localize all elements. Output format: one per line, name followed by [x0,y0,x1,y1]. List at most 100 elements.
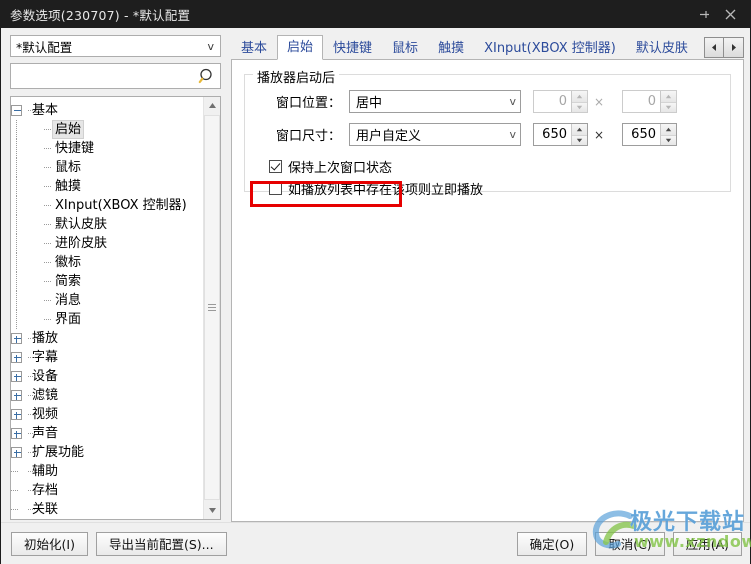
scroll-up-icon[interactable] [204,97,221,114]
tree-item[interactable]: 消息 [11,291,203,310]
footer-button[interactable]: 应用(A) [673,532,742,556]
tree-item[interactable]: 扩展功能 [11,443,203,462]
chevron-left-icon[interactable] [704,37,724,58]
tree-item[interactable]: 声音 [11,424,203,443]
tab-进阶皮肤[interactable]: 进阶皮肤 [698,37,702,60]
tree-guide [39,310,52,329]
tab-快捷键[interactable]: 快捷键 [323,37,382,60]
search-input[interactable] [11,65,194,87]
window-title: 参数选项(230707) - *默认配置 [10,5,190,24]
tree-item[interactable]: 基本 [11,101,203,120]
tree-guide [23,481,29,500]
tree-item[interactable]: 界面 [11,310,203,329]
tree-item-label: 触摸 [52,178,84,195]
spinner-up-icon[interactable] [661,91,676,102]
tree-guide-line [16,310,17,329]
tree-item[interactable]: 视频 [11,405,203,424]
tab-XInput(XBOX 控制器)[interactable]: XInput(XBOX 控制器) [474,37,626,60]
profile-combo[interactable]: *默认配置 v [10,35,221,57]
form-row-combo[interactable]: 居中v [349,90,521,113]
width-spinner-buttons[interactable] [571,91,587,112]
checkbox-checked-icon[interactable] [269,160,282,173]
footer-button[interactable]: 初始化(I) [11,532,88,556]
form-row-label: 窗口位置： [255,92,349,111]
settings-tree[interactable]: 基本启始快捷键鼠标触摸XInput(XBOX 控制器)默认皮肤进阶皮肤徽标简索消… [10,96,221,520]
tree-indent [25,196,39,215]
checkbox-row[interactable]: 保持上次窗口状态 [255,155,720,177]
height-spinner[interactable]: 650 [622,123,677,146]
spinner-up-icon[interactable] [572,124,587,135]
tree-item[interactable]: 辅助 [11,462,203,481]
tree-item[interactable]: 启始 [11,120,203,139]
tab-基本[interactable]: 基本 [231,37,277,60]
tree-item-label: 进阶皮肤 [52,235,110,252]
tree-guide [23,462,29,481]
scroll-down-icon[interactable] [204,502,221,519]
expand-icon[interactable] [11,333,22,344]
tree-item[interactable]: 鼠标 [11,158,203,177]
spinner-up-icon[interactable] [572,91,587,102]
footer-button[interactable]: 取消(C) [595,532,664,556]
tree-indent [11,500,23,519]
tree-item[interactable]: 关联 [11,500,203,519]
tree-indent [11,234,25,253]
collapse-icon[interactable] [11,105,22,116]
tree-item[interactable]: 徽标 [11,253,203,272]
expand-icon[interactable] [11,371,22,382]
pin-icon[interactable] [691,0,717,28]
tree-item[interactable]: 进阶皮肤 [11,234,203,253]
tree-item-label: 扩展功能 [29,444,87,461]
chevron-right-icon[interactable] [724,37,744,58]
tree-item[interactable]: 快捷键 [11,139,203,158]
expand-icon[interactable] [11,352,22,363]
footer-button[interactable]: 确定(O) [517,532,588,556]
tree-item[interactable]: 字幕 [11,348,203,367]
spinner-down-icon[interactable] [572,102,587,113]
form-row-combo[interactable]: 用户自定义v [349,123,521,146]
tree-guide [39,234,52,253]
tree-scrollbar-thumb[interactable] [204,115,220,500]
search-box[interactable] [10,63,221,89]
width-spinner[interactable]: 650 [533,123,588,146]
tree-item[interactable]: 触摸 [11,177,203,196]
tree-indent [25,272,39,291]
tree-item[interactable]: XInput(XBOX 控制器) [11,196,203,215]
height-spinner-buttons[interactable] [660,124,676,145]
tree-item[interactable]: 存档 [11,481,203,500]
tree-guide [23,367,29,386]
expand-icon[interactable] [11,428,22,439]
tree-item[interactable]: 简索 [11,272,203,291]
width-spinner-buttons[interactable] [571,124,587,145]
tree-item[interactable]: 默认皮肤 [11,215,203,234]
height-spinner-buttons[interactable] [660,91,676,112]
form-row-label: 窗口尺寸： [255,125,349,144]
tree-item[interactable]: 滤镜 [11,386,203,405]
tab-label: 基本 [241,41,267,56]
checkbox-unchecked-icon[interactable] [269,182,282,195]
expand-icon[interactable] [11,409,22,420]
spinner-up-icon[interactable] [661,124,676,135]
settings-tree-items: 基本启始快捷键鼠标触摸XInput(XBOX 控制器)默认皮肤进阶皮肤徽标简索消… [11,97,203,519]
tree-item[interactable]: 设备 [11,367,203,386]
spinner-down-icon[interactable] [572,135,587,146]
tree-scrollbar[interactable] [203,97,220,519]
tree-item[interactable]: 播放 [11,329,203,348]
tree-indent [25,139,39,158]
tab-panel-startup: 播放器启动后 窗口位置：居中v0×0窗口尺寸：用户自定义v650×650 保持上… [231,59,744,522]
expand-icon[interactable] [11,390,22,401]
footer-button[interactable]: 导出当前配置(S)... [96,532,227,556]
spinner-down-icon[interactable] [661,135,676,146]
checkbox-row[interactable]: 如播放列表中存在该项则立即播放 [255,177,720,199]
spinner-down-icon[interactable] [661,102,676,113]
tree-guide [23,329,29,348]
search-icon[interactable] [194,67,220,85]
close-icon[interactable] [717,0,743,28]
expand-icon[interactable] [11,447,22,458]
tab-默认皮肤[interactable]: 默认皮肤 [626,37,698,60]
tab-启始[interactable]: 启始 [277,35,323,60]
tab-鼠标[interactable]: 鼠标 [382,37,428,60]
tab-触摸[interactable]: 触摸 [428,37,474,60]
tree-guide-line [16,253,17,272]
tree-indent [25,310,39,329]
dimension-separator: × [588,128,610,142]
